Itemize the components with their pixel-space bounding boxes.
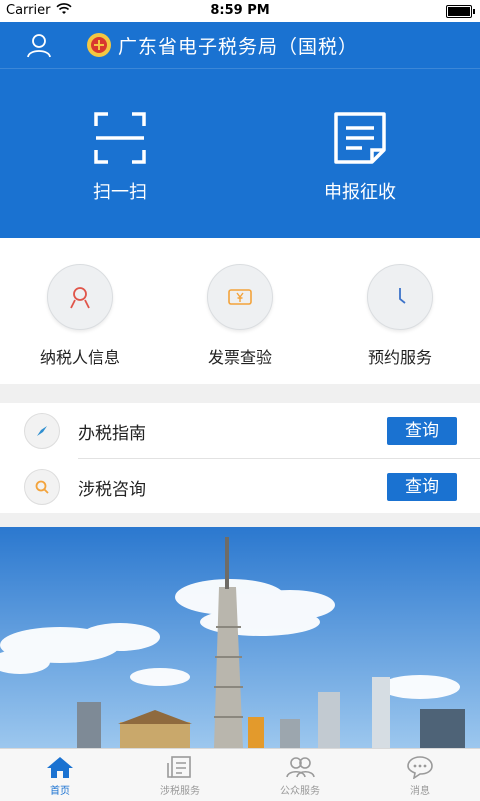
tab-label: 消息	[410, 786, 430, 797]
tab-public-service[interactable]: 公众服务	[240, 749, 360, 801]
declare-button[interactable]: 申报征收	[290, 110, 430, 204]
status-bar: Carrier 8:59 PM	[0, 0, 480, 22]
battery-icon	[446, 5, 475, 18]
compass-icon	[37, 426, 47, 436]
tab-tax-service[interactable]: 涉税服务	[120, 749, 240, 801]
tab-home[interactable]: 首页	[0, 749, 120, 801]
user-icon[interactable]	[26, 32, 52, 58]
list-icon-circle	[24, 469, 60, 505]
service-label: 纳税人信息	[39, 348, 120, 367]
service-invoice-check[interactable]: 发票查验	[180, 264, 300, 368]
query-button[interactable]: 查询	[387, 473, 457, 501]
tab-bar: 首页 涉税服务 公众服务 消息	[0, 748, 480, 801]
list-item-label: 办税指南	[78, 424, 146, 444]
list-item-label: 涉税咨询	[78, 480, 146, 500]
service-icon-circle	[367, 264, 433, 330]
invoice-icon	[228, 289, 252, 305]
tab-label: 首页	[50, 786, 70, 797]
declare-label: 申报征收	[324, 182, 396, 203]
clock-icon	[399, 288, 406, 304]
nav-bar: 广东省电子税务局（国税）	[0, 22, 480, 69]
home-icon	[47, 757, 73, 778]
service-taxpayer-info[interactable]: 纳税人信息	[20, 264, 140, 368]
scan-button[interactable]: 扫一扫	[50, 110, 190, 204]
services-panel: 纳税人信息 发票查验 预约服务	[0, 238, 480, 384]
query-button[interactable]: 查询	[387, 417, 457, 445]
list-item-consult[interactable]: 涉税咨询 查询	[0, 459, 480, 513]
service-label: 发票查验	[207, 348, 272, 367]
scan-icon	[94, 112, 146, 164]
service-appointment[interactable]: 预约服务	[340, 264, 460, 368]
document-icon	[334, 112, 386, 164]
people-icon	[286, 757, 315, 778]
service-label: 预约服务	[367, 348, 432, 367]
search-icon	[35, 480, 49, 494]
page-title: 广东省电子税务局（国税）	[118, 36, 359, 58]
tax-service-icon	[167, 756, 191, 778]
banner-image[interactable]	[0, 527, 480, 748]
header-panel: 广东省电子税务局（国税） 扫一扫 申报征收	[0, 22, 480, 238]
tab-messages[interactable]: 消息	[360, 749, 480, 801]
person-icon	[70, 287, 90, 309]
chat-icon	[407, 756, 433, 779]
tab-label: 涉税服务	[160, 786, 200, 797]
status-time: 8:59 PM	[210, 3, 270, 18]
list-item-guide[interactable]: 办税指南 查询	[0, 403, 480, 459]
tab-label: 公众服务	[280, 786, 320, 797]
scan-label: 扫一扫	[93, 182, 147, 203]
city-skyline-illustration	[0, 527, 480, 748]
query-list: 办税指南 查询 涉税咨询 查询	[0, 403, 480, 513]
service-icon-circle	[47, 264, 113, 330]
service-icon-circle	[207, 264, 273, 330]
list-icon-circle	[24, 413, 60, 449]
tax-emblem-icon	[87, 33, 111, 57]
